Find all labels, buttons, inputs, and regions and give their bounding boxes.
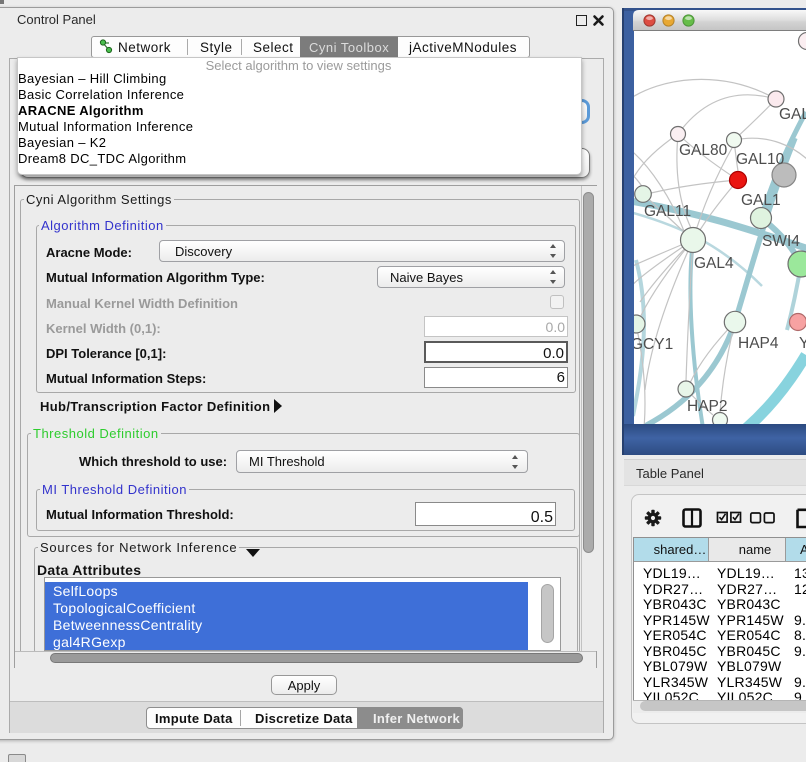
svg-text:GAL4: GAL4: [694, 255, 734, 272]
svg-text:GAL10: GAL10: [736, 151, 785, 168]
svg-text:HAP4: HAP4: [738, 335, 779, 352]
svg-text:SWI4: SWI4: [762, 233, 800, 250]
svg-text:YJ: YJ: [799, 335, 806, 352]
svg-text:GCY1: GCY1: [631, 336, 673, 353]
svg-text:GAL80: GAL80: [779, 106, 806, 123]
svg-text:GAL11: GAL11: [644, 203, 691, 220]
svg-text:HAP2: HAP2: [687, 398, 728, 415]
svg-text:GAL1: GAL1: [741, 192, 781, 209]
svg-text:GAL80: GAL80: [679, 142, 728, 159]
